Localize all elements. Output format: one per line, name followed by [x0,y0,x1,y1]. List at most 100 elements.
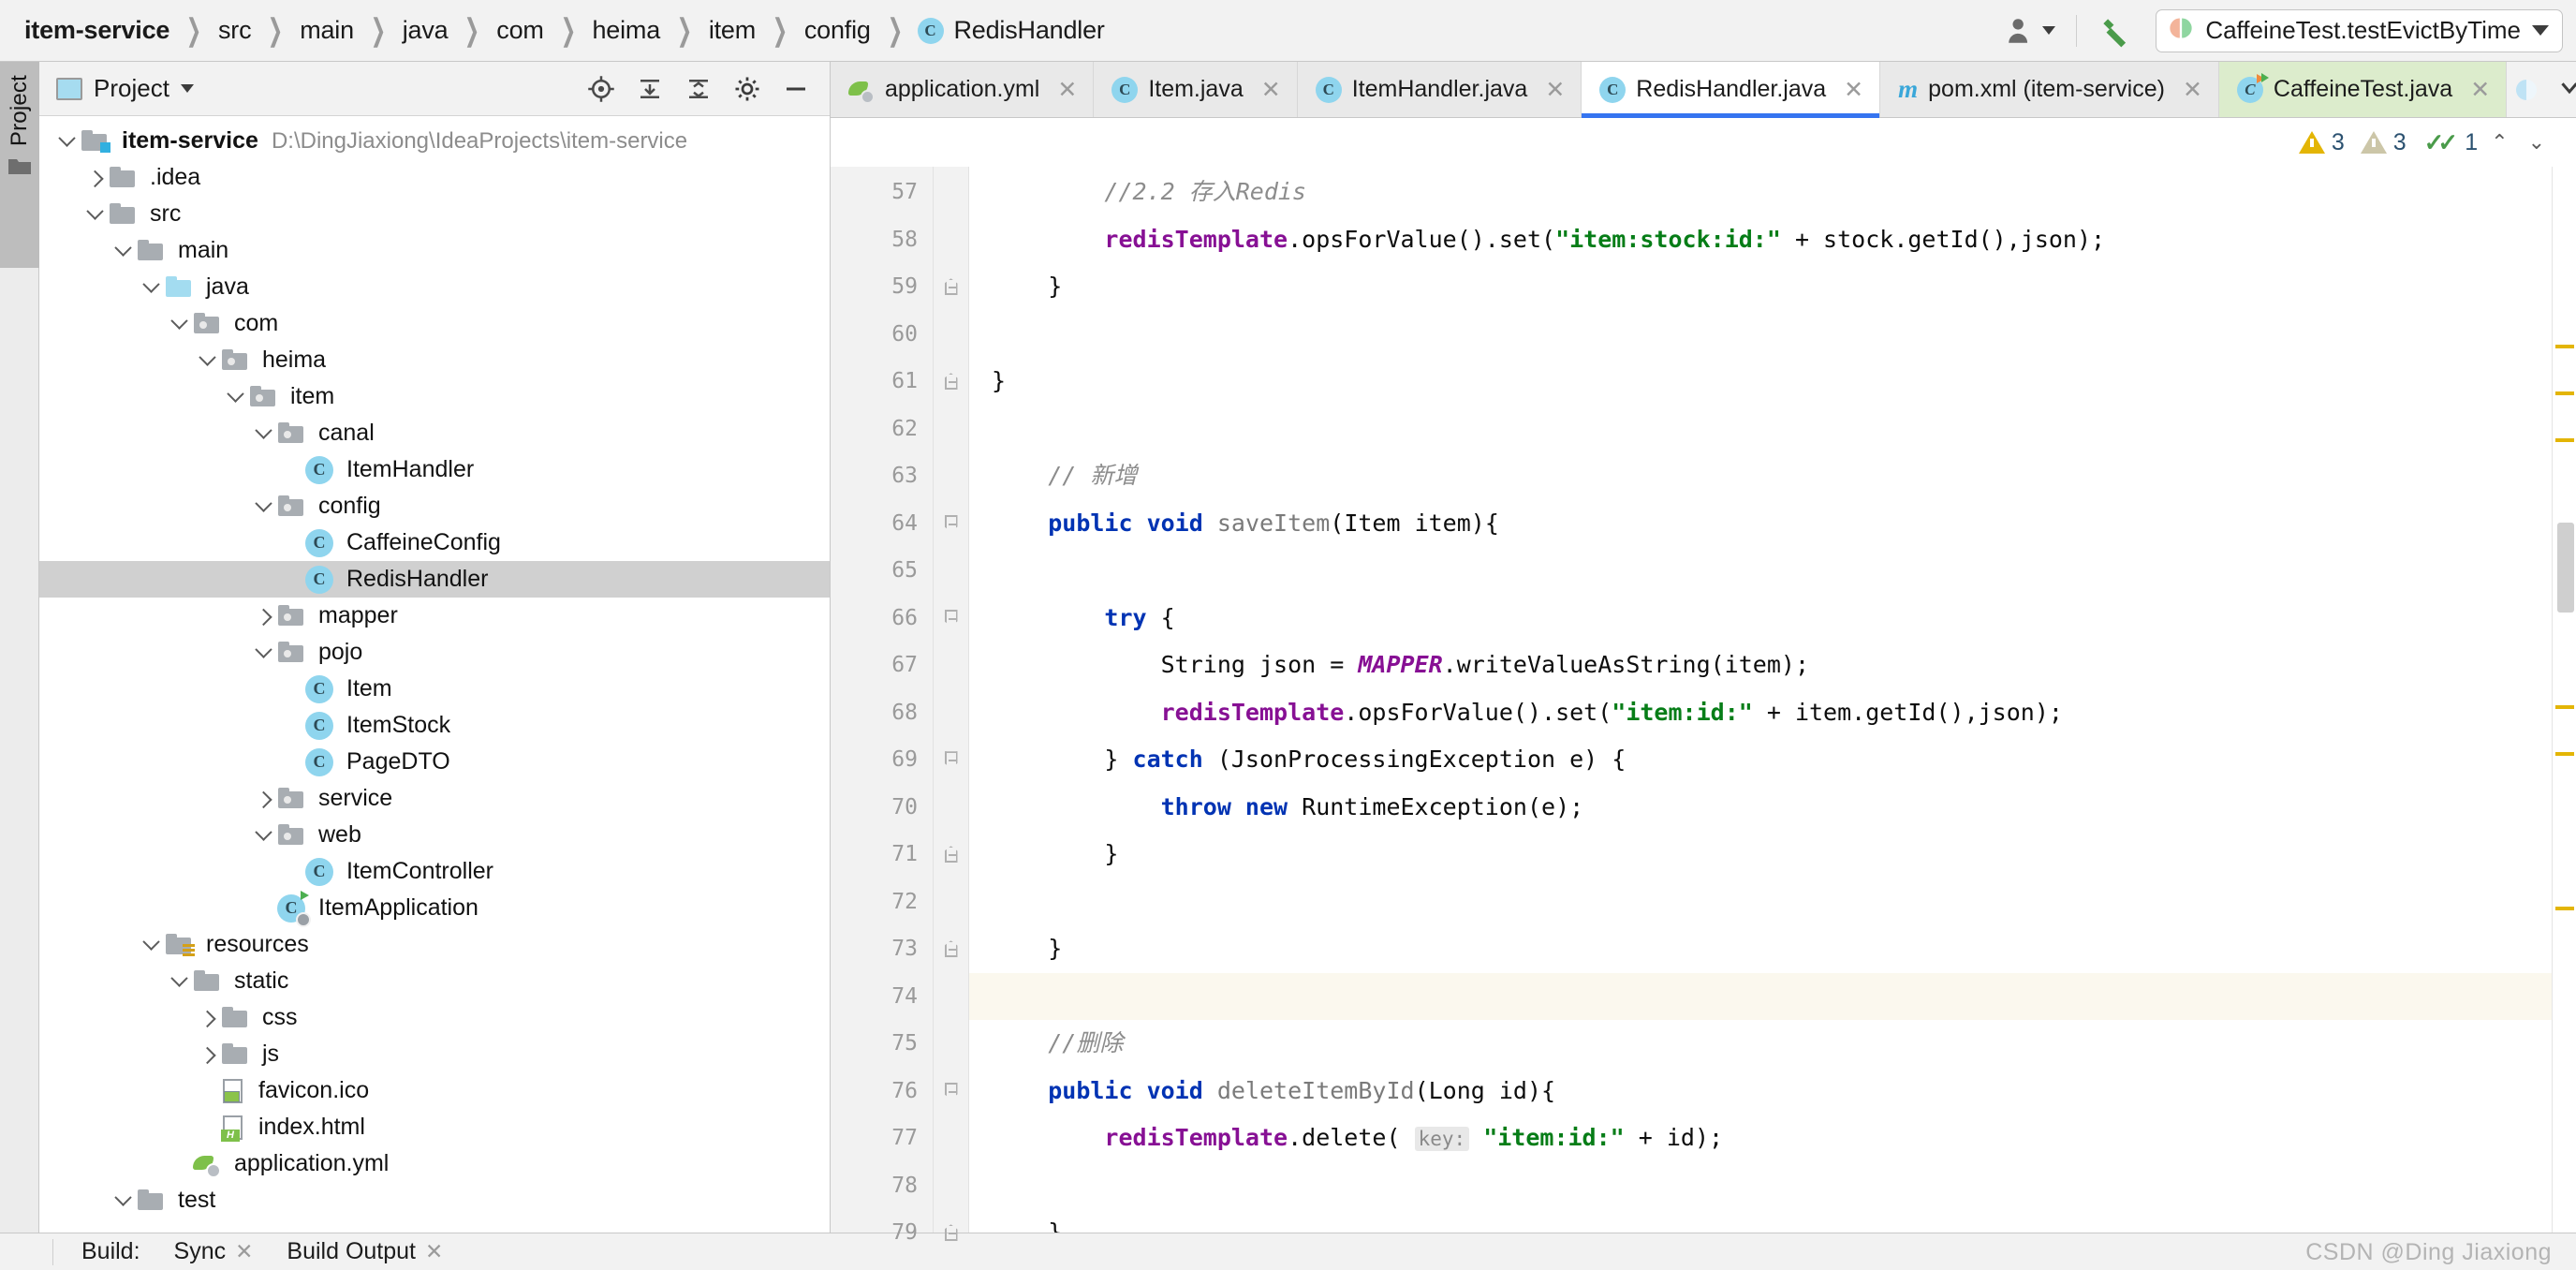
fold-marker-slot[interactable] [934,642,968,689]
tree-node-static[interactable]: static [39,963,830,999]
code-line[interactable]: } [969,358,2552,406]
chevron-down-icon[interactable] [249,495,277,512]
breadcrumb-item-item-service[interactable]: item-service [22,16,171,45]
tree-node-itemhandler[interactable]: C ItemHandler [39,451,830,488]
code-line[interactable] [969,406,2552,453]
typo-inspection[interactable]: ✓✓ 1 [2424,128,2478,157]
chevron-down-icon[interactable] [180,84,194,93]
editor-scrollbar-thumb[interactable] [2557,523,2574,613]
chevron-down-icon[interactable] [2540,73,2576,106]
close-icon[interactable]: ✕ [235,1239,253,1264]
tree-node-pojo[interactable]: pojo [39,634,830,671]
tree-node--idea[interactable]: .idea [39,159,830,196]
code-line[interactable]: throw new RuntimeException(e); [969,784,2552,832]
code-line[interactable]: // 新增 [969,452,2552,500]
close-icon[interactable]: ✕ [425,1239,443,1264]
inspection-marker[interactable] [2555,391,2574,395]
chevron-down-icon[interactable] [2532,25,2549,36]
line-number[interactable]: 68 [831,689,918,737]
line-number[interactable]: 64 [831,500,918,548]
fold-collapse-icon[interactable] [944,278,958,296]
breadcrumb-item-item[interactable]: item [707,16,758,45]
fold-marker-slot[interactable] [934,1162,968,1210]
tree-node-main[interactable]: main [39,232,830,269]
locate-target-icon[interactable] [582,70,620,108]
line-number[interactable]: 80 [831,1257,918,1270]
chevron-down-icon[interactable] [249,421,277,439]
bottom-item-build[interactable]: Build: [81,1238,140,1265]
code-line[interactable] [969,311,2552,359]
chevron-right-icon[interactable] [193,1010,221,1028]
tree-node-web[interactable]: web [39,817,830,853]
fold-marker-slot[interactable] [934,1257,968,1270]
line-number[interactable]: 70 [831,784,918,832]
code-line[interactable] [969,547,2552,595]
code-line[interactable]: public void saveItem(Item item){ [969,500,2552,548]
chevron-down-icon[interactable] [137,933,165,951]
editor-tab-itemhandler-java[interactable]: C ItemHandler.java ✕ [1297,62,1582,117]
code-line[interactable]: public void deleteItemById(Long id){ [969,1068,2552,1115]
expand-all-icon[interactable] [631,70,669,108]
inspection-marker[interactable] [2555,345,2574,348]
code-line[interactable]: //2.2 存入Redis [969,169,2552,216]
line-number[interactable]: 57 [831,169,918,216]
close-icon[interactable]: ✕ [1545,76,1565,104]
line-number[interactable]: 76 [831,1068,918,1115]
code-line[interactable] [969,1162,2552,1210]
fold-marker-slot[interactable] [934,1068,968,1115]
editor-tab-pom-xml-item-service-[interactable]: m pom.xml (item-service) ✕ [1880,62,2219,117]
chevron-down-icon[interactable] [109,1189,137,1206]
tree-node-pagedto[interactable]: C PageDTO [39,744,830,780]
fold-marker-slot[interactable] [934,1115,968,1162]
fold-collapse-icon[interactable] [944,609,958,627]
account-icon[interactable] [1995,8,2065,53]
chevron-down-icon[interactable] [81,202,109,220]
fold-marker-slot[interactable] [934,689,968,737]
error-marker-strip[interactable] [2552,167,2576,1233]
code-line[interactable]: String json = MAPPER.writeValueAsString(… [969,642,2552,689]
fold-marker-slot[interactable] [934,831,968,879]
project-tree[interactable]: item-service D:\DingJiaxiong\IdeaProjects… [39,116,830,1233]
tree-node-java[interactable]: java [39,269,830,305]
tree-node-service[interactable]: service [39,780,830,817]
tree-node-canal[interactable]: canal [39,415,830,451]
code-line[interactable]: //删除 [969,1020,2552,1068]
fold-marker-slot[interactable] [934,216,968,264]
line-number[interactable]: 78 [831,1162,918,1210]
fold-marker-slot[interactable] [934,925,968,973]
tree-node-caffeineconfig[interactable]: C CaffeineConfig [39,524,830,561]
tree-node-src[interactable]: src [39,196,830,232]
fold-marker-slot[interactable] [934,358,968,406]
fold-marker-slot[interactable] [934,452,968,500]
fold-marker-slot[interactable] [934,1020,968,1068]
fold-marker-slot[interactable] [934,500,968,548]
breadcrumb-item-main[interactable]: main [298,16,356,45]
breadcrumb-item-heima[interactable]: heima [590,16,662,45]
tree-node-redishandler[interactable]: C RedisHandler [39,561,830,598]
code-line[interactable]: redisTemplate.delete( key: "item:id:" + … [969,1115,2552,1162]
bottom-item-sync[interactable]: Sync ✕ [174,1238,254,1265]
hide-minus-icon[interactable] [777,70,815,108]
code-folding-column[interactable] [934,167,969,1242]
close-icon[interactable]: ✕ [2470,76,2490,104]
fold-marker-slot[interactable] [934,973,968,1021]
code-line[interactable] [969,879,2552,926]
chevron-right-icon[interactable] [249,608,277,627]
run-configuration-selector[interactable]: CaffeineTest.testEvictByTime [2156,8,2563,52]
tree-node-heima[interactable]: heima [39,342,830,378]
inspection-marker[interactable] [2555,907,2574,910]
build-hammer-icon[interactable] [2088,8,2142,53]
chevron-down-icon[interactable] [165,312,193,330]
fold-marker-slot[interactable] [934,1209,968,1257]
line-number[interactable]: 66 [831,595,918,642]
line-number[interactable]: 65 [831,547,918,595]
editor-tab-redishandler-java[interactable]: C RedisHandler.java ✕ [1582,62,1881,118]
inspection-marker[interactable] [2555,705,2574,709]
line-number[interactable]: 77 [831,1115,918,1162]
tool-window-tab-project[interactable]: Project [0,62,39,268]
line-number[interactable]: 61 [831,358,918,406]
code-line[interactable]: } [969,925,2552,973]
chevron-down-icon[interactable] [221,385,249,403]
tree-node-itemcontroller[interactable]: C ItemController [39,853,830,890]
line-number[interactable]: 74 [831,973,918,1021]
